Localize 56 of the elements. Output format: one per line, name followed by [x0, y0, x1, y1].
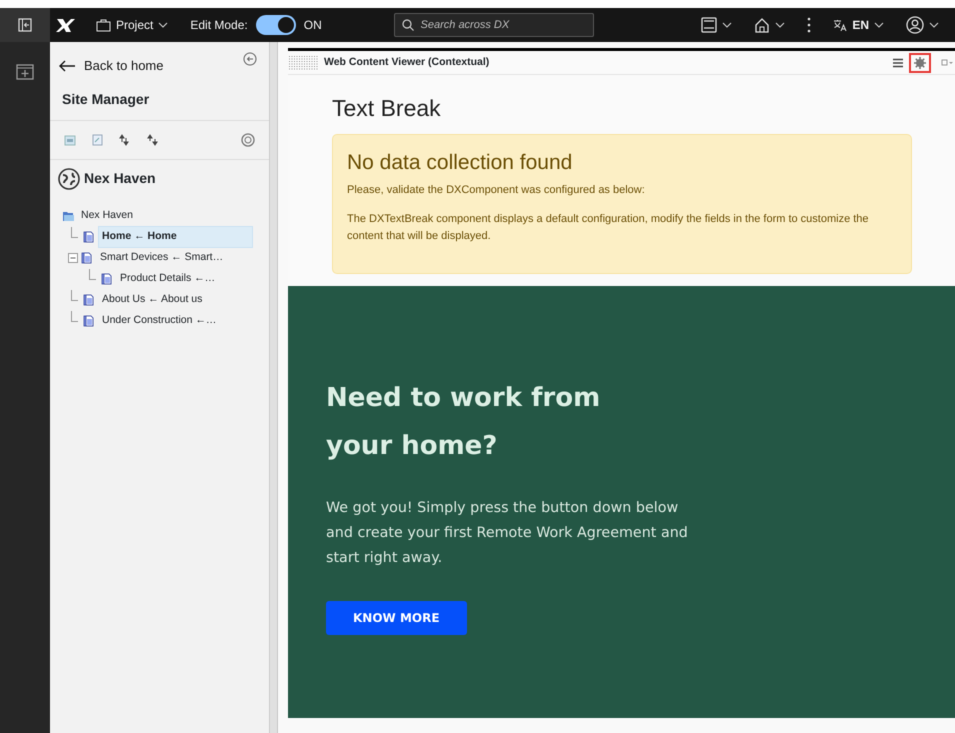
collapse-icon[interactable]: [243, 52, 257, 66]
sidebar-toggle-icon[interactable]: [18, 18, 32, 32]
back-arrow-icon: [58, 60, 76, 72]
tree-item[interactable]: Product Details ←…: [116, 268, 220, 290]
tree-item[interactable]: About Us ← About us: [98, 289, 206, 311]
save-icon: [701, 17, 718, 33]
portlet-title: Web Content Viewer (Contextual): [324, 54, 490, 70]
menu-icon[interactable]: [893, 58, 903, 68]
tree-line: [71, 226, 78, 238]
briefcase-icon: [96, 18, 111, 32]
home-icon: [754, 17, 770, 33]
collapse-node-icon[interactable]: [68, 253, 78, 263]
edit-mode-label: Edit Mode:: [190, 17, 248, 34]
know-more-button[interactable]: KNOW MORE: [326, 601, 467, 635]
page-icon: [83, 231, 95, 243]
add-panel-icon[interactable]: [16, 64, 34, 80]
page-icon: [81, 252, 93, 264]
more-icon: [807, 17, 812, 33]
banner-text: We got you! Simply press the button down below and create your first Remote Work Agreement and start right away.: [326, 499, 689, 568]
user-icon: [906, 16, 924, 34]
project-menu[interactable]: Project: [90, 16, 174, 34]
caret-icon: [874, 22, 884, 28]
caret-icon: [158, 22, 168, 28]
page-icon: [83, 315, 95, 327]
tree-item[interactable]: Home ← Home: [98, 226, 253, 248]
tree-item[interactable]: Under Construction ←…: [98, 310, 220, 332]
tree-line: [71, 290, 78, 300]
view-options-icon[interactable]: [941, 58, 955, 66]
site-icon: [62, 210, 74, 222]
edit-mode-state: ON: [304, 17, 322, 34]
search-field[interactable]: Search across DX: [394, 13, 594, 37]
translate-icon: [833, 19, 848, 31]
logo-icon: [56, 18, 76, 32]
alert-title: No data collection found: [347, 150, 574, 176]
alert-text: The DXTextBreak component displays a default configuration, modify the fields in the form to customize the content that will be displayed.: [347, 212, 870, 244]
back-link[interactable]: Back to home: [58, 56, 164, 76]
page-icon: [83, 294, 95, 306]
tree-line: [71, 310, 78, 322]
edit-mode-switch[interactable]: [256, 15, 296, 35]
move-up-icon[interactable]: [119, 134, 131, 146]
tree-item[interactable]: Smart Devices ← Smart…: [96, 247, 228, 269]
move-down-icon[interactable]: [147, 134, 159, 146]
language-menu[interactable]: EN: [827, 16, 890, 34]
settings-icon[interactable]: [914, 56, 926, 68]
panel-title: Site Manager: [50, 76, 269, 120]
section-heading: Text Break: [332, 94, 442, 123]
tree-item[interactable]: Nex Haven: [77, 205, 137, 227]
page-icon: [101, 273, 113, 285]
site-name: Nex Haven: [84, 169, 156, 188]
tree-line: [89, 268, 96, 280]
banner-heading: Need to work from your home?: [326, 382, 602, 463]
globe-icon: [58, 168, 80, 190]
caret-icon: [722, 22, 732, 28]
caret-icon: [929, 22, 939, 28]
alert-text: Please, validate the DXComponent was configured as below:: [347, 183, 646, 198]
caret-icon: [775, 22, 786, 28]
